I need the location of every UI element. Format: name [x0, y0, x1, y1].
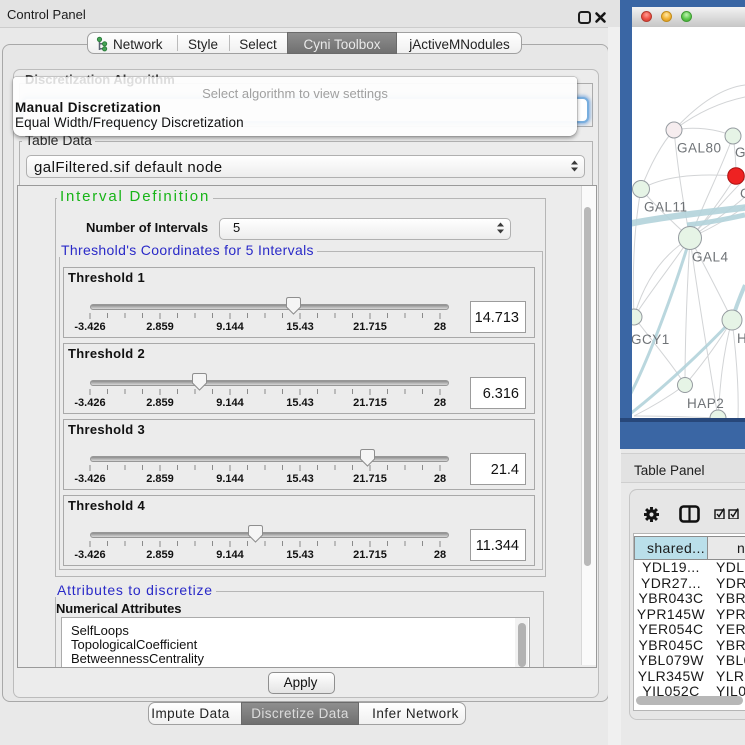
svg-text:GAL80: GAL80: [677, 141, 722, 156]
svg-text:G: G: [735, 145, 745, 160]
svg-text:GAL4: GAL4: [692, 250, 729, 265]
svg-text:GCY1: GCY1: [632, 332, 670, 347]
svg-text:HAP2: HAP2: [687, 396, 724, 411]
svg-text:GAL11: GAL11: [644, 200, 688, 215]
svg-text:H: H: [737, 331, 745, 346]
svg-text:C: C: [740, 186, 745, 201]
